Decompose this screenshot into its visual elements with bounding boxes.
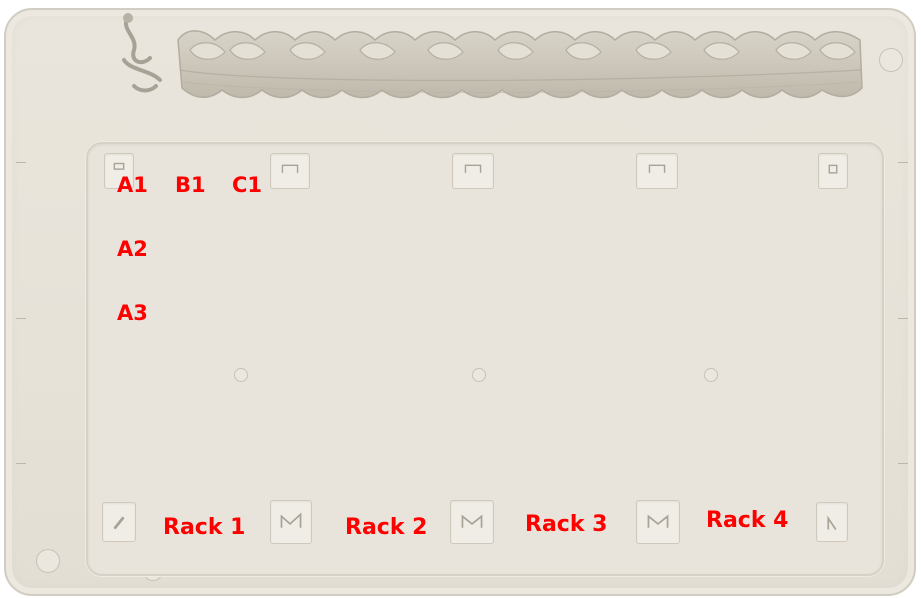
bottom-notch-5 bbox=[816, 502, 848, 542]
edge-tick bbox=[16, 162, 26, 163]
edge-tick bbox=[898, 463, 908, 464]
corner-hole-bottom-left bbox=[36, 549, 60, 573]
well-label-a3: A3 bbox=[117, 301, 148, 325]
top-notch-2 bbox=[270, 153, 310, 189]
center-hole-1 bbox=[234, 368, 248, 382]
well-label-a1: A1 bbox=[117, 173, 148, 197]
bottom-notch-1 bbox=[102, 502, 136, 542]
edge-tick bbox=[16, 318, 26, 319]
edge-tick bbox=[16, 463, 26, 464]
top-notch-4 bbox=[636, 153, 678, 189]
edge-tick bbox=[898, 162, 908, 163]
wire-clip-icon bbox=[122, 14, 162, 93]
center-hole-2 bbox=[472, 368, 486, 382]
center-hole-3 bbox=[704, 368, 718, 382]
edge-tick bbox=[898, 318, 908, 319]
rack-label-3: Rack 3 bbox=[525, 512, 608, 537]
top-notch-5 bbox=[818, 153, 848, 189]
well-label-a2: A2 bbox=[117, 237, 148, 261]
well-label-c1: C1 bbox=[232, 173, 263, 197]
rack-label-1: Rack 1 bbox=[163, 515, 246, 540]
bottom-notch-2 bbox=[270, 500, 312, 544]
tube-holder-ridge bbox=[122, 13, 863, 99]
bottom-notch-3 bbox=[450, 500, 494, 544]
rack-label-4: Rack 4 bbox=[706, 508, 789, 533]
well-label-b1: B1 bbox=[175, 173, 206, 197]
top-notch-3 bbox=[452, 153, 494, 189]
bottom-notch-4 bbox=[636, 500, 680, 544]
rack-label-2: Rack 2 bbox=[345, 515, 428, 540]
